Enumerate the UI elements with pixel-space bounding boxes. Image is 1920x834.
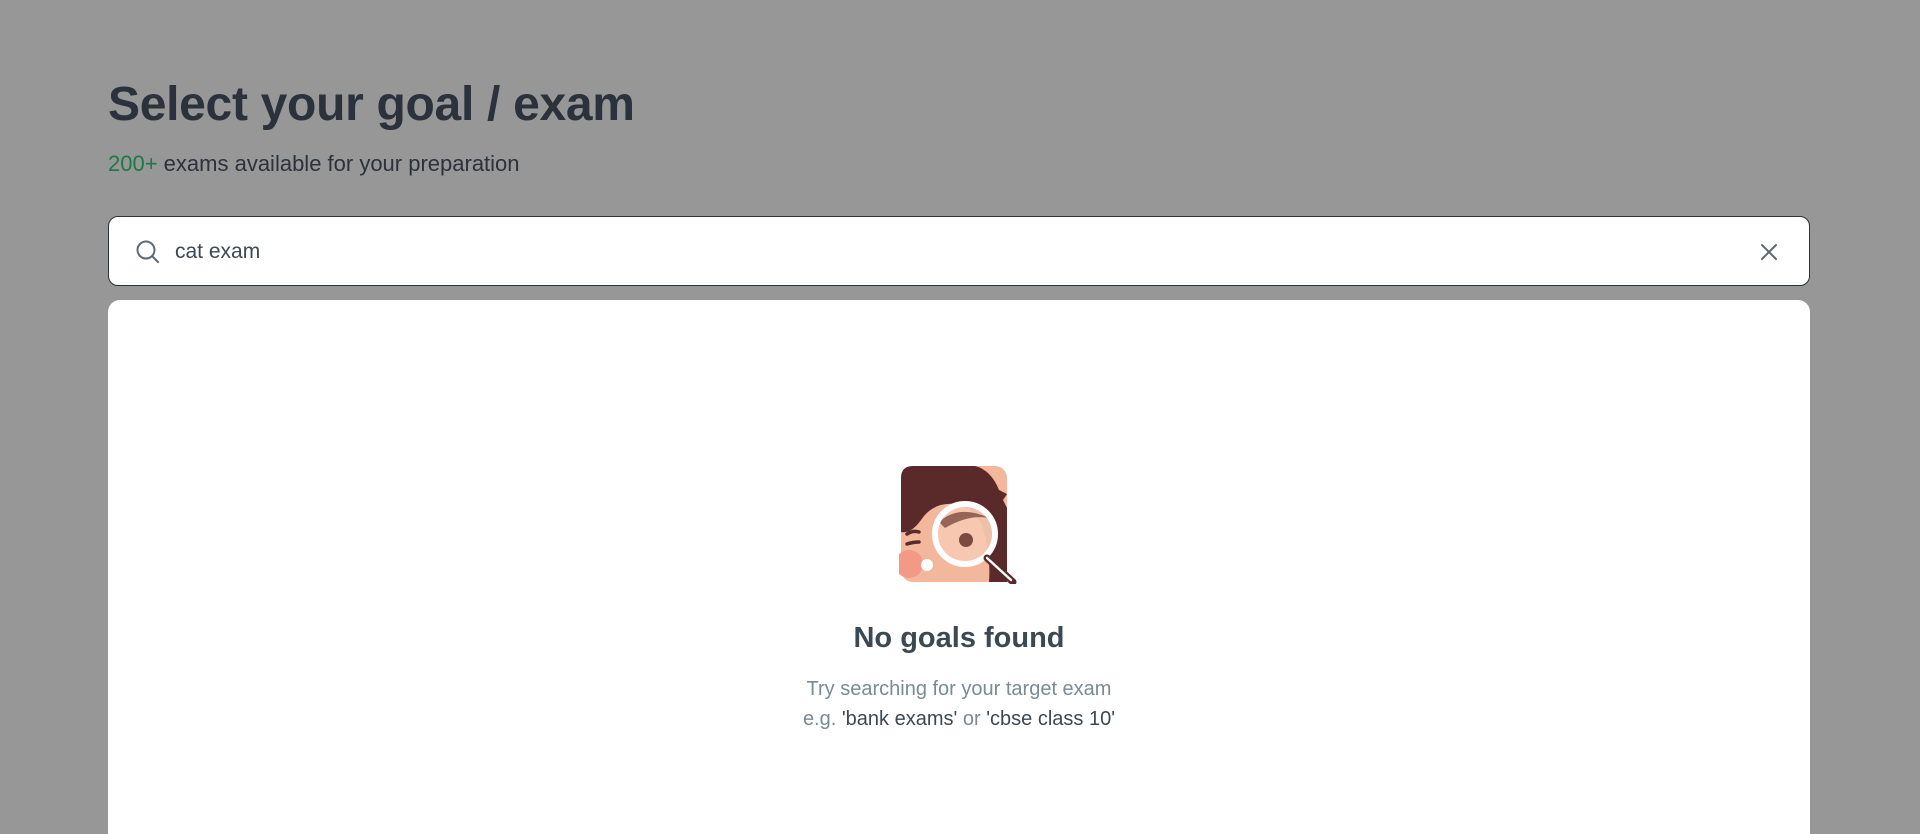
hint-line-1: Try searching for your target exam [806, 678, 1112, 700]
example-cbse-class-10: 'cbse class 10' [986, 708, 1116, 730]
search-icon [135, 239, 161, 265]
no-results-illustration [899, 466, 1017, 584]
empty-state: No goals found Try searching for your ta… [108, 464, 1810, 734]
page-subtitle: 200+ exams available for your preparatio… [108, 150, 635, 178]
hint-prefix: e.g. [802, 708, 842, 730]
page-header: Select your goal / exam 200+ exams avail… [108, 72, 635, 178]
clear-search-button[interactable] [1755, 238, 1783, 266]
search-box[interactable] [108, 216, 1810, 286]
hint-or: or [957, 708, 987, 730]
empty-state-title: No goals found [853, 622, 1065, 654]
search-input[interactable] [175, 231, 1735, 273]
example-bank-exams: 'bank exams' [841, 708, 958, 730]
exam-count: 200+ [108, 151, 158, 176]
subtitle-text: exams available for your preparation [157, 151, 520, 176]
page-title: Select your goal / exam [108, 78, 635, 131]
search-results-panel: No goals found Try searching for your ta… [108, 300, 1810, 834]
goal-selection-page: Select your goal / exam 200+ exams avail… [0, 0, 1920, 834]
empty-state-hint: Try searching for your target exam e.g. … [108, 674, 1810, 734]
hint-line-2: e.g. 'bank exams' or 'cbse class 10' [108, 704, 1810, 734]
close-icon [1761, 244, 1777, 260]
